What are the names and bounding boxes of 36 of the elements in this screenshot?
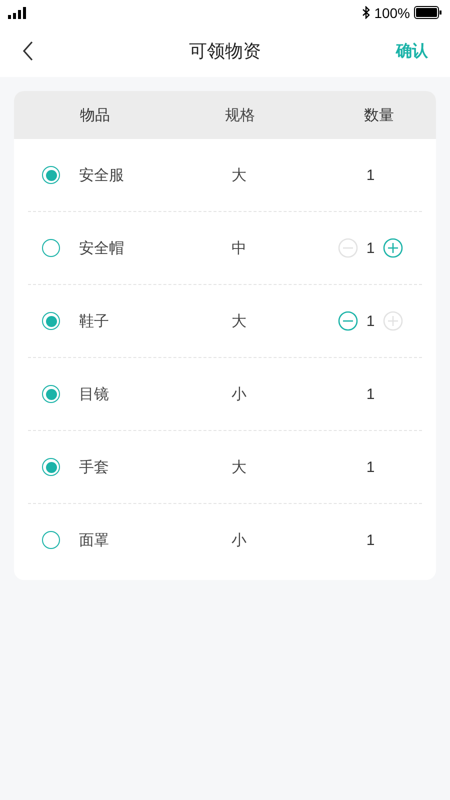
item-spec: 中 [230,238,248,258]
radio-button[interactable] [42,385,60,403]
minus-button[interactable] [338,311,358,331]
column-header: 数量 [363,106,395,124]
quantity: 1 [366,532,375,548]
item-name: 面罩 [79,530,110,550]
item-name: 手套 [79,458,110,476]
radio-button[interactable] [42,239,60,257]
quantity: 1 [366,240,375,256]
back-icon[interactable] [22,41,34,61]
confirm-button[interactable]: 确认 [396,40,428,62]
quantity: 1 [366,166,375,184]
item-spec: 大 [230,166,248,184]
radio-button[interactable] [42,312,60,330]
column-header: 规格 [224,106,256,124]
signal-icon [8,6,28,18]
item-name: 目镜 [79,384,110,404]
radio-button[interactable] [42,531,60,549]
item-spec: 大 [230,312,248,330]
page-title: 可领物资 [189,40,261,63]
item-name: 鞋子 [79,312,110,330]
quantity: 1 [366,312,375,330]
battery-icon [414,6,442,19]
battery-percent: 100% [374,4,410,20]
radio-button[interactable] [42,166,60,184]
item-spec: 大 [230,458,248,476]
item-spec: 小 [230,530,248,550]
quantity: 1 [366,386,375,402]
item-spec: 小 [230,384,248,404]
bluetooth-icon [362,6,370,19]
radio-button[interactable] [42,458,60,476]
quantity: 1 [366,458,375,476]
item-name: 安全服 [79,166,125,184]
column-header: 物品 [80,106,111,124]
item-name: 安全帽 [79,238,125,258]
plus-button[interactable] [382,238,403,258]
